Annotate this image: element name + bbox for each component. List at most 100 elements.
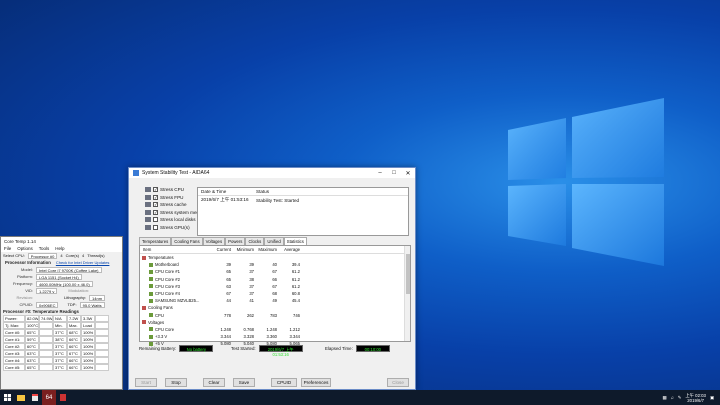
stats-row[interactable]: CPU Core #1 65 37 67 61.2 bbox=[140, 268, 410, 275]
checkbox[interactable]: ✓ bbox=[153, 187, 158, 192]
stats-item: Temperatures bbox=[140, 255, 210, 260]
tab-powers[interactable]: Powers bbox=[225, 237, 246, 245]
stats-group-row[interactable]: Temperatures bbox=[140, 254, 410, 261]
stats-row[interactable]: +3.3 V 3.344 3.328 3.360 3.344 bbox=[140, 333, 410, 340]
menu-help[interactable]: Help bbox=[55, 246, 64, 251]
stats-average: 61.2 bbox=[291, 276, 300, 282]
stress-option[interactable]: Stress local disks bbox=[145, 217, 196, 223]
aida64-titlebar[interactable]: System Stability Test - AIDA64 – □ ✕ bbox=[129, 168, 415, 178]
core-temp-cell: 38°C bbox=[53, 336, 67, 343]
stats-row[interactable]: CPU 778 262 783 746 bbox=[140, 312, 410, 319]
ime-icon[interactable]: ✎ bbox=[678, 395, 682, 401]
cpuid-button[interactable]: CPUID bbox=[271, 378, 297, 387]
frequency-value: 4600.00MHz (100.00 x 46.0) bbox=[36, 280, 93, 287]
col-maximum[interactable]: Maximum bbox=[256, 247, 279, 252]
stats-item: CPU Core #3 bbox=[140, 284, 210, 289]
col-average[interactable]: Average bbox=[279, 247, 302, 252]
stats-row[interactable]: Motherboard 39 39 40 39.4 bbox=[140, 261, 410, 268]
col-item[interactable]: Item bbox=[140, 247, 210, 252]
tab-statistics[interactable]: Statistics bbox=[283, 237, 307, 245]
cores-count: 4 bbox=[60, 253, 63, 258]
save-button[interactable]: Save bbox=[233, 378, 255, 387]
stats-rows: Temperatures Motherboard 39 39 40 39.4 CPU Cor… bbox=[140, 254, 410, 347]
modulation-label: Modulation: bbox=[68, 288, 90, 293]
core-temp-cell: 100% bbox=[81, 364, 95, 371]
taskbar: 64 ▩ ♫ ✎ 上午 02:03 2019/6/7 ▣ bbox=[0, 390, 720, 405]
log-row[interactable]: 2019/6/7 上午 01:53:16 Stability Test: Sta… bbox=[198, 196, 408, 204]
core-temp-row: Core #3: 63°C 37°C 67°C 100% bbox=[1, 350, 122, 357]
stats-current: 67 bbox=[226, 291, 231, 297]
checkbox[interactable] bbox=[153, 217, 158, 223]
stress-option[interactable]: ✓ Stress cache bbox=[145, 202, 187, 208]
stop-button[interactable]: Stop bbox=[165, 378, 187, 387]
stress-option[interactable]: Stress GPU(s) bbox=[145, 225, 190, 230]
col-minimum[interactable]: Minimum bbox=[233, 247, 256, 252]
core-temp-cell: 59°C bbox=[25, 336, 39, 343]
coretemp-titlebar[interactable]: Core Temp 1.14 bbox=[1, 237, 122, 245]
stats-row[interactable]: CPU Core #2 65 38 66 61.2 bbox=[140, 276, 410, 283]
tab-voltages[interactable]: Voltages bbox=[202, 237, 226, 245]
sticky-app-icon[interactable] bbox=[28, 390, 42, 405]
scrollbar-thumb[interactable] bbox=[406, 254, 410, 294]
stats-row[interactable]: SAMSUNG MZVLB25... 44 41 49 45.4 bbox=[140, 297, 410, 304]
notifications-icon[interactable]: ▣ bbox=[710, 395, 714, 401]
select-cpu-dropdown[interactable]: Processor #0 bbox=[27, 252, 58, 259]
col-current[interactable]: Current bbox=[210, 247, 233, 252]
stats-minimum: 3.328 bbox=[243, 334, 254, 340]
stats-maximum: 40 bbox=[272, 262, 277, 268]
close-button[interactable]: Close bbox=[387, 378, 409, 387]
checkbox[interactable]: ✓ bbox=[153, 202, 158, 208]
preferences-button[interactable]: Preferences bbox=[301, 378, 331, 387]
minimize-button[interactable]: – bbox=[373, 170, 387, 177]
menu-file[interactable]: File bbox=[4, 246, 11, 251]
driver-update-link[interactable]: Check for Intel Driver Updates bbox=[56, 260, 110, 265]
checkbox[interactable]: ✓ bbox=[153, 209, 158, 215]
stats-row[interactable]: CPU Core #3 63 37 67 61.2 bbox=[140, 283, 410, 290]
test-started-label: Test Started: bbox=[231, 346, 256, 351]
stats-current: 3.344 bbox=[220, 334, 231, 340]
menu-tools[interactable]: Tools bbox=[39, 246, 50, 251]
power-cell: 7.2W bbox=[67, 315, 81, 322]
clock[interactable]: 上午 02:03 2019/6/7 bbox=[685, 393, 706, 403]
stress-option[interactable]: ✓ Stress CPU bbox=[145, 187, 184, 192]
power-cell: Power: bbox=[3, 315, 25, 322]
sensor-icon bbox=[149, 262, 153, 267]
file-explorer-icon[interactable] bbox=[14, 390, 28, 405]
stats-group-row[interactable]: Cooling Fans bbox=[140, 304, 410, 311]
stats-item-label: CPU Core #4 bbox=[155, 291, 180, 297]
frequency-row: Frequency: 4600.00MHz (100.00 x 46.0) bbox=[1, 280, 122, 287]
aida64-taskbar-icon[interactable]: 64 bbox=[42, 390, 56, 405]
start-button[interactable]: Start bbox=[135, 378, 157, 387]
checkbox[interactable] bbox=[153, 225, 158, 230]
select-cpu-label: Select CPU: bbox=[3, 253, 25, 258]
stats-average: 746 bbox=[293, 312, 300, 318]
core-temp-cell: 100% bbox=[81, 343, 95, 350]
tab-clocks[interactable]: Clocks bbox=[245, 237, 265, 245]
tab-cooling-fans[interactable]: Cooling Fans bbox=[171, 237, 203, 245]
stats-item: Voltages bbox=[140, 320, 210, 325]
stats-minimum: 0.768 bbox=[243, 326, 254, 332]
stats-minimum: 39 bbox=[249, 262, 254, 268]
stats-scrollbar[interactable] bbox=[404, 246, 410, 341]
coretemp-taskbar-icon[interactable] bbox=[56, 390, 70, 405]
stats-row[interactable]: CPU Core #4 67 37 68 60.8 bbox=[140, 290, 410, 297]
maximize-button[interactable]: □ bbox=[387, 170, 401, 177]
core-temp-cell bbox=[95, 329, 109, 336]
network-icon[interactable]: ▩ bbox=[662, 395, 666, 401]
core-temp-cell: 63°C bbox=[25, 350, 39, 357]
tab-temperatures[interactable]: Temperatures bbox=[139, 237, 172, 245]
start-menu-icon[interactable] bbox=[0, 390, 14, 405]
stats-row[interactable]: CPU Core 1.248 0.768 1.248 1.212 bbox=[140, 326, 410, 333]
stats-average: 3.344 bbox=[289, 334, 300, 340]
close-window-button[interactable]: ✕ bbox=[401, 170, 415, 177]
cpuid-label: CPUID: bbox=[19, 302, 33, 307]
stats-group-row[interactable]: Voltages bbox=[140, 319, 410, 326]
test-started: Test Started: 2019/6/7 上午 01:53:16 bbox=[231, 345, 303, 357]
volume-icon[interactable]: ♫ bbox=[671, 395, 674, 400]
tab-unified[interactable]: Unified bbox=[264, 237, 284, 245]
checkbox[interactable]: ✓ bbox=[153, 194, 158, 200]
stats-average: 61.2 bbox=[291, 283, 300, 289]
stress-option[interactable]: ✓ Stress FPU bbox=[145, 194, 183, 200]
menu-options[interactable]: Options bbox=[17, 246, 33, 251]
clear-button[interactable]: Clear bbox=[203, 378, 225, 387]
